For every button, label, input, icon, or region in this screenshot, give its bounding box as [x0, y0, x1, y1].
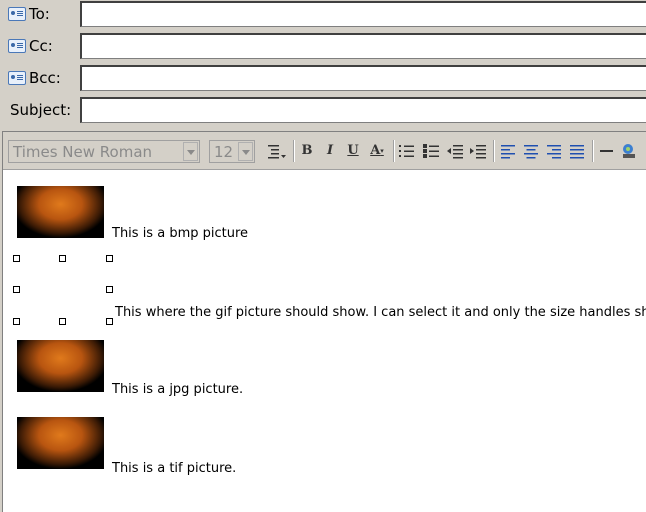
- cc-row: Cc:: [0, 32, 646, 62]
- font-color-icon: A: [370, 143, 381, 158]
- insert-picture-icon: [623, 144, 635, 158]
- gif-picture-placeholder[interactable]: [13, 255, 113, 325]
- to-label: To:: [29, 5, 50, 23]
- resize-handle[interactable]: [13, 318, 20, 325]
- resize-handle[interactable]: [106, 255, 113, 262]
- bcc-label: Bcc:: [29, 69, 61, 87]
- tif-caption: This is a tif picture.: [112, 461, 237, 476]
- font-name-value: Times New Roman: [13, 143, 153, 161]
- font-name-select[interactable]: Times New Roman: [8, 140, 200, 163]
- address-book-icon: [8, 71, 26, 85]
- bmp-picture[interactable]: [17, 186, 104, 238]
- to-row: To:: [0, 0, 646, 30]
- chevron-down-icon: [183, 142, 198, 161]
- align-center-icon: [524, 145, 538, 159]
- toolbar-separator: [293, 140, 294, 162]
- horizontal-line-button[interactable]: [598, 142, 616, 160]
- resize-handle[interactable]: [59, 255, 66, 262]
- horizontal-line-icon: [600, 150, 613, 152]
- numbered-list-icon: [399, 145, 414, 157]
- cc-label: Cc:: [29, 37, 53, 55]
- resize-handle[interactable]: [106, 286, 113, 293]
- align-left-icon: [501, 145, 515, 159]
- bmp-caption: This is a bmp picture: [112, 226, 249, 241]
- cc-field[interactable]: [80, 33, 646, 59]
- underline-icon: U: [347, 143, 359, 158]
- resize-handle[interactable]: [106, 318, 113, 325]
- resize-handle[interactable]: [13, 255, 20, 262]
- toolbar-separator: [493, 140, 494, 162]
- increase-indent-button[interactable]: [469, 142, 487, 160]
- subject-row: Subject:: [0, 96, 646, 126]
- cc-button[interactable]: Cc:: [8, 37, 53, 55]
- font-size-value: 12: [214, 143, 234, 161]
- message-editor: Times New Roman 12 B I U A▾ This is a bm…: [2, 131, 646, 512]
- justify-icon: [570, 145, 584, 159]
- to-field[interactable]: [80, 1, 646, 27]
- align-right-icon: [547, 145, 561, 159]
- align-right-button[interactable]: [545, 142, 563, 160]
- bullet-list-button[interactable]: [422, 142, 440, 160]
- jpg-caption: This is a jpg picture.: [112, 382, 244, 397]
- jpg-picture[interactable]: [17, 340, 104, 392]
- insert-picture-button[interactable]: [620, 142, 638, 160]
- subject-field[interactable]: [80, 97, 646, 123]
- gif-caption: This where the gif picture should show. …: [115, 305, 646, 320]
- subject-label: Subject:: [10, 101, 72, 119]
- address-book-icon: [8, 39, 26, 53]
- decrease-indent-icon: [447, 145, 463, 159]
- bold-icon: B: [301, 143, 313, 158]
- paragraph-style-icon: [268, 145, 286, 159]
- bcc-row: Bcc:: [0, 64, 646, 94]
- numbered-list-button[interactable]: [398, 142, 416, 160]
- font-color-button[interactable]: A▾: [366, 142, 388, 160]
- tif-picture[interactable]: [17, 417, 104, 469]
- formatting-toolbar: Times New Roman 12 B I U A▾: [3, 132, 646, 170]
- italic-button[interactable]: I: [321, 142, 339, 160]
- bold-button[interactable]: B: [298, 142, 316, 160]
- resize-handle[interactable]: [59, 318, 66, 325]
- increase-indent-icon: [470, 145, 486, 159]
- message-body[interactable]: This is a bmp picture This where the gif…: [3, 170, 646, 510]
- align-left-button[interactable]: [499, 142, 517, 160]
- toolbar-separator: [393, 140, 394, 162]
- justify-button[interactable]: [568, 142, 586, 160]
- italic-icon: I: [326, 143, 334, 158]
- bcc-field[interactable]: [80, 65, 646, 91]
- decrease-indent-button[interactable]: [446, 142, 464, 160]
- to-button[interactable]: To:: [8, 5, 50, 23]
- toolbar-separator: [592, 140, 593, 162]
- chevron-down-icon: [238, 142, 253, 161]
- bcc-button[interactable]: Bcc:: [8, 69, 61, 87]
- address-book-icon: [8, 7, 26, 21]
- font-size-select[interactable]: 12: [209, 140, 255, 163]
- underline-button[interactable]: U: [344, 142, 362, 160]
- resize-handle[interactable]: [13, 286, 20, 293]
- align-center-button[interactable]: [522, 142, 540, 160]
- paragraph-style-button[interactable]: [265, 142, 287, 160]
- bullet-list-icon: [423, 144, 439, 158]
